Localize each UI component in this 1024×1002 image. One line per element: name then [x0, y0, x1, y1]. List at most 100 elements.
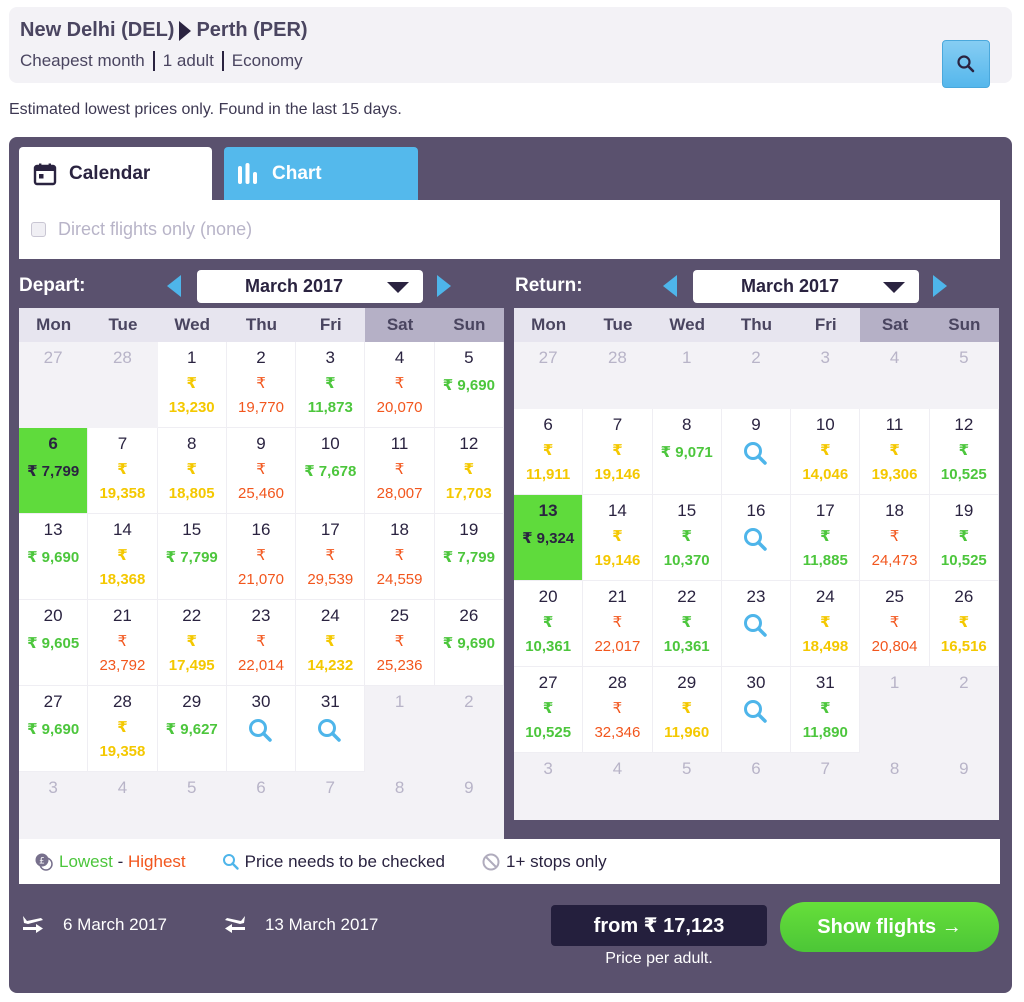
day-number: 17 [320, 520, 340, 539]
day-cell[interactable]: 22 ₹ 17,495 [157, 600, 227, 686]
day-cell[interactable]: 28 ₹ 32,346 [583, 667, 653, 753]
selected-day-cell[interactable]: 13 ₹ 9,324 [514, 495, 584, 581]
day-cell[interactable]: 10 ₹ 14,046 [791, 409, 861, 495]
weekday-header: Mon Tue Wed Thu Fri Sat Sun [514, 308, 999, 342]
tab-calendar[interactable]: Calendar [19, 147, 212, 201]
day-cell[interactable]: 29 ₹ 9,627 [157, 686, 227, 772]
day-cell[interactable]: 12 ₹ 10,525 [929, 409, 999, 495]
day-number: 30 [251, 692, 271, 711]
day-price: ₹ 17,703 [445, 461, 492, 502]
outside-month-day: 27 [19, 342, 89, 428]
day-cell[interactable]: 1 ₹ 13,230 [157, 342, 227, 428]
day-cell[interactable]: 27 ₹ 9,690 [19, 686, 89, 772]
day-cell[interactable]: 17 ₹ 29,539 [296, 514, 366, 600]
day-cell[interactable]: 31 ₹ 11,890 [791, 667, 861, 753]
day-cell[interactable]: 19 ₹ 10,525 [929, 495, 999, 581]
price-check-button[interactable] [227, 718, 295, 744]
day-cell[interactable]: 17 ₹ 11,885 [791, 495, 861, 581]
day-cell[interactable]: 23 [721, 581, 792, 667]
day-number: 7 [612, 415, 623, 434]
selected-day-cell[interactable]: 6 ₹ 7,799 [19, 428, 89, 514]
outside-month-day: 28 [583, 342, 653, 409]
day-price: ₹ 19,146 [594, 442, 641, 483]
day-cell[interactable]: 26 ₹ 16,516 [929, 581, 999, 667]
day-number: 27 [43, 692, 63, 711]
day-cell[interactable]: 21 ₹ 22,017 [583, 581, 653, 667]
day-cell[interactable]: 8 ₹ 18,805 [157, 428, 227, 514]
day-cell[interactable]: 5 ₹ 9,690 [434, 342, 504, 428]
weekday-sat: Sat [365, 308, 435, 342]
day-price: ₹ 18,368 [99, 547, 146, 588]
day-cell[interactable]: 28 ₹ 19,358 [88, 686, 158, 772]
day-cell[interactable]: 26 ₹ 9,690 [434, 600, 504, 686]
day-cell[interactable]: 27 ₹ 10,525 [514, 667, 584, 753]
day-number: 8 [394, 778, 405, 797]
day-cell[interactable]: 29 ₹ 11,960 [652, 667, 722, 753]
depart-month-select[interactable]: March 2017 [197, 269, 423, 303]
day-cell[interactable]: 9 ₹ 25,460 [226, 428, 297, 514]
outside-month-day: 7 [791, 753, 861, 820]
day-number: 9 [959, 759, 969, 778]
day-cell[interactable]: 15 ₹ 7,799 [157, 514, 227, 600]
day-cell[interactable]: 18 ₹ 24,559 [365, 514, 435, 600]
price-check-button[interactable] [722, 527, 790, 553]
day-price: ₹ 19,358 [99, 719, 146, 760]
outside-month-day: 8 [860, 753, 930, 820]
day-cell[interactable]: 16 [721, 495, 792, 581]
return-next-month-button[interactable] [933, 275, 947, 297]
day-number: 18 [390, 520, 410, 539]
day-cell[interactable]: 18 ₹ 24,473 [860, 495, 930, 581]
day-cell[interactable]: 6 ₹ 11,911 [514, 409, 584, 495]
price-check-button[interactable] [722, 699, 790, 725]
legend-dash: - [112, 851, 128, 871]
day-cell[interactable]: 20 ₹ 9,605 [19, 600, 89, 686]
day-cell[interactable]: 13 ₹ 9,690 [19, 514, 89, 600]
day-cell[interactable]: 8 ₹ 9,071 [652, 409, 722, 495]
day-cell[interactable]: 19 ₹ 7,799 [434, 514, 504, 600]
day-cell[interactable]: 4 ₹ 20,070 [365, 342, 435, 428]
day-cell[interactable]: 11 ₹ 28,007 [365, 428, 435, 514]
day-cell[interactable]: 24 ₹ 18,498 [791, 581, 861, 667]
day-cell[interactable]: 9 [721, 409, 792, 495]
day-cell[interactable]: 11 ₹ 19,306 [860, 409, 930, 495]
price-check-button[interactable] [722, 441, 790, 467]
day-price: ₹ 9,627 [165, 721, 218, 738]
day-cell[interactable]: 21 ₹ 23,792 [88, 600, 158, 686]
day-cell[interactable]: 14 ₹ 18,368 [88, 514, 158, 600]
depart-prev-month-button[interactable] [167, 275, 181, 297]
tab-chart[interactable]: Chart [224, 147, 418, 200]
return-prev-month-button[interactable] [663, 275, 677, 297]
day-cell[interactable]: 15 ₹ 10,370 [652, 495, 722, 581]
day-cell[interactable]: 30 [721, 667, 792, 753]
return-month-select[interactable]: March 2017 [693, 269, 919, 303]
day-cell[interactable]: 25 ₹ 25,236 [365, 600, 435, 686]
day-cell[interactable]: 22 ₹ 10,361 [652, 581, 722, 667]
day-cell[interactable]: 31 [296, 686, 366, 772]
day-cell[interactable]: 12 ₹ 17,703 [434, 428, 504, 514]
day-cell[interactable]: 24 ₹ 14,232 [296, 600, 366, 686]
day-cell[interactable]: 30 [226, 686, 297, 772]
price-check-search-icon [743, 614, 767, 637]
price-check-button[interactable] [296, 718, 364, 744]
day-cell[interactable]: 14 ₹ 19,146 [583, 495, 653, 581]
depart-next-month-button[interactable] [437, 275, 451, 297]
legend-highest: Highest [127, 851, 186, 871]
day-price: ₹ 25,460 [238, 461, 284, 502]
day-cell[interactable]: 20 ₹ 10,361 [514, 581, 584, 667]
day-cell[interactable]: 3 ₹ 11,873 [296, 342, 366, 428]
day-number: 12 [459, 434, 479, 453]
day-number: 4 [612, 759, 623, 778]
day-cell[interactable]: 23 ₹ 22,014 [226, 600, 297, 686]
price-check-button[interactable] [722, 613, 790, 639]
day-cell[interactable]: 2 ₹ 19,770 [226, 342, 297, 428]
day-cell[interactable]: 16 ₹ 21,070 [226, 514, 297, 600]
day-cell[interactable]: 7 ₹ 19,358 [88, 428, 158, 514]
day-number: 2 [256, 348, 266, 367]
selected-depart: 6 March 2017 [21, 913, 167, 937]
day-cell[interactable]: 7 ₹ 19,146 [583, 409, 653, 495]
day-cell[interactable]: 10 ₹ 7,678 [296, 428, 366, 514]
direct-flights-checkbox[interactable] [31, 222, 46, 237]
edit-search-button[interactable] [942, 40, 990, 88]
day-cell[interactable]: 25 ₹ 20,804 [860, 581, 930, 667]
show-flights-button[interactable]: Show flights → [780, 902, 999, 952]
